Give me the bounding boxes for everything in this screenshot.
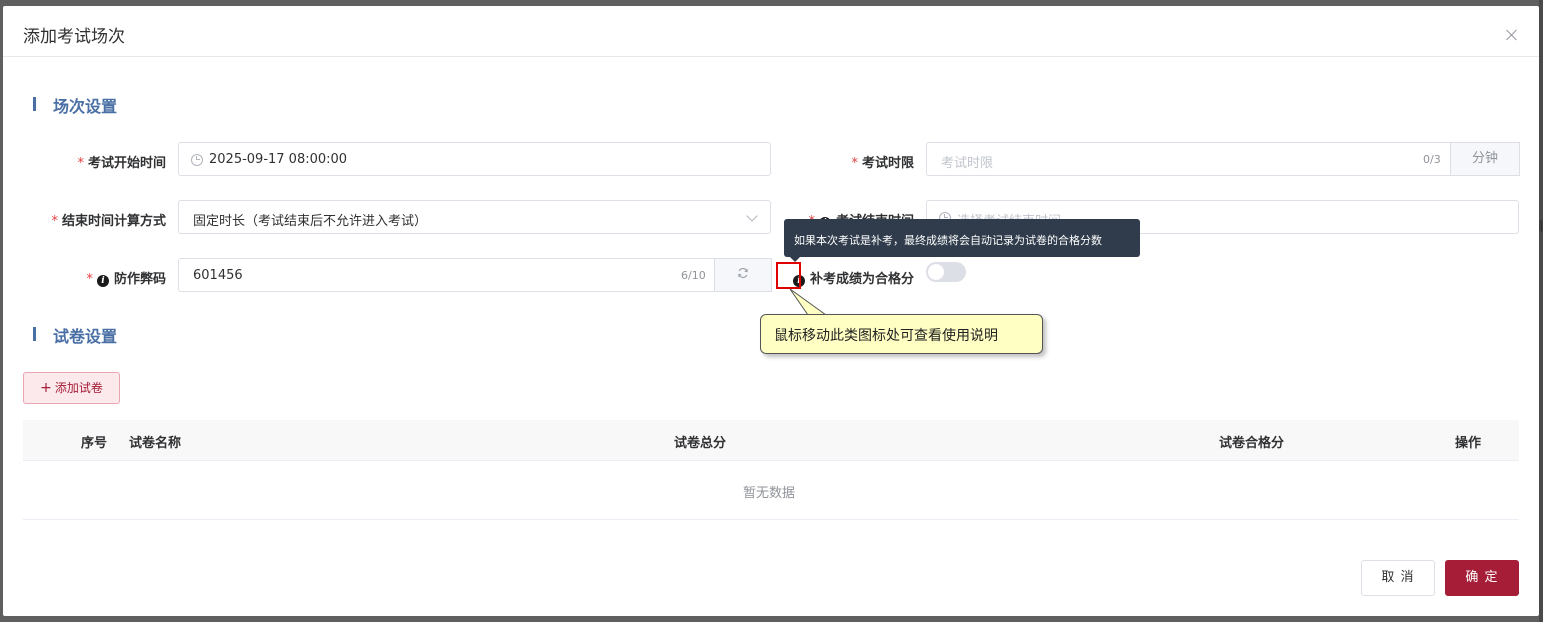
- close-icon[interactable]: [1505, 28, 1519, 42]
- section-accent-bar: [33, 327, 36, 341]
- duration-label: * 考试时限: [790, 152, 914, 171]
- anti-cheat-code-label: * i 防作弊码: [40, 268, 166, 287]
- required-asterisk: *: [51, 214, 58, 229]
- plus-icon: +: [40, 380, 52, 396]
- dialog-title: 添加考试场次: [23, 27, 125, 47]
- refresh-icon: [738, 268, 748, 278]
- backdrop-edge: [1539, 0, 1543, 622]
- start-time-label: * 考试开始时间: [40, 152, 166, 171]
- add-paper-button[interactable]: + 添加试卷: [23, 372, 120, 404]
- duration-unit: 分钟: [1450, 142, 1520, 176]
- anti-cheat-code-input[interactable]: 601456 6/10: [178, 258, 772, 292]
- papers-table-body: 暂无数据: [23, 460, 1519, 520]
- switch-knob: [928, 264, 944, 280]
- info-tooltip: 如果本次考试是补考，最终成绩将会自动记录为试卷的合格分数: [784, 219, 1140, 262]
- section-title-text: 试卷设置: [53, 327, 118, 346]
- anti-cheat-code-value: 601456: [193, 268, 243, 283]
- column-header: 操作: [1455, 436, 1482, 451]
- confirm-button[interactable]: 确 定: [1445, 560, 1519, 596]
- chevron-down-icon: [746, 210, 758, 222]
- clock-icon: [191, 154, 203, 166]
- column-header: 序号: [81, 436, 108, 451]
- column-header: 试卷名称: [129, 436, 182, 451]
- duration-placeholder: 考试时限: [941, 156, 994, 171]
- end-time-mode-select[interactable]: 固定时长（考试结束后不允许进入考试）: [178, 200, 771, 234]
- add-exam-session-dialog: 添加考试场次: [3, 6, 1539, 616]
- anti-cheat-code-char-counter: 6/10: [681, 269, 706, 282]
- column-header: 试卷总分: [674, 436, 727, 451]
- start-time-value: 2025-09-17 08:00:00: [209, 152, 348, 167]
- end-time-mode-label: * 结束时间计算方式: [20, 210, 166, 229]
- papers-table-header: 序号 试卷名称 试卷总分 试卷合格分 操作: [23, 420, 1519, 461]
- add-paper-label: 添加试卷: [54, 381, 103, 395]
- dialog-header: 添加考试场次: [3, 6, 1539, 57]
- end-time-mode-label-text: 结束时间计算方式: [61, 214, 166, 229]
- section-accent-bar: [33, 97, 36, 111]
- required-asterisk: *: [86, 272, 93, 287]
- section-title-text: 场次设置: [53, 97, 118, 116]
- required-asterisk: *: [851, 156, 858, 171]
- duration-input[interactable]: 考试时限 0/3 分钟: [926, 142, 1520, 176]
- empty-state-text: 暂无数据: [743, 486, 796, 501]
- usage-hint-callout: 鼠标移动此类图标处可查看使用说明: [760, 314, 1043, 354]
- column-header: 试卷合格分: [1219, 436, 1285, 451]
- highlight-box: [776, 262, 801, 289]
- start-time-picker[interactable]: 2025-09-17 08:00:00: [178, 142, 771, 176]
- info-icon[interactable]: i: [96, 275, 109, 287]
- duration-char-counter: 0/3: [1423, 153, 1441, 166]
- anti-cheat-code-label-text: 防作弊码: [113, 272, 166, 287]
- end-time-mode-value: 固定时长（考试结束后不允许进入考试）: [193, 214, 428, 229]
- refresh-code-button[interactable]: [714, 258, 772, 292]
- cancel-button[interactable]: 取 消: [1361, 560, 1435, 596]
- start-time-label-text: 考试开始时间: [87, 156, 166, 171]
- makeup-pass-switch[interactable]: [926, 262, 966, 282]
- makeup-pass-label-text: 补考成绩为合格分: [809, 272, 914, 287]
- required-asterisk: *: [77, 156, 84, 171]
- duration-label-text: 考试时限: [861, 156, 914, 171]
